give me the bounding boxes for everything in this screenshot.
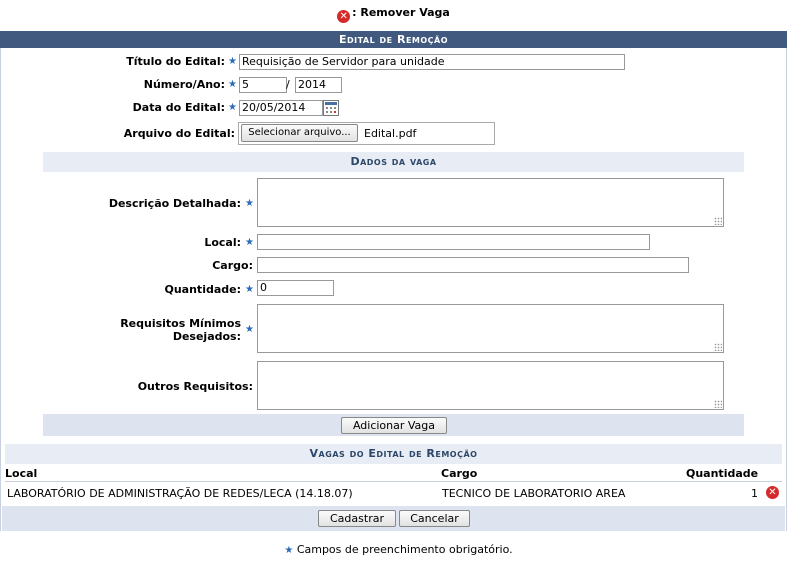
required-star: ★ (284, 545, 294, 556)
col-cargo: Cargo (441, 467, 478, 480)
required-star: ★ (228, 79, 237, 90)
required-star: ★ (228, 102, 237, 113)
resize-grip-icon[interactable] (714, 217, 722, 225)
outros-textarea[interactable] (257, 361, 724, 410)
titulo-input[interactable]: Requisição de Servidor para unidade (239, 54, 625, 70)
required-note-text: Campos de preenchimento obrigatório. (296, 543, 513, 556)
table-row: LABORATÓRIO DE ADMINISTRAÇÃO DE REDES/LE… (5, 482, 782, 504)
vaga-section-title: Dados da vaga (43, 152, 744, 172)
vagas-table-title: Vagas do Edital de Remoção (5, 444, 782, 464)
data-label: Data do Edital: (132, 101, 225, 114)
calendar-glyph (325, 102, 337, 113)
row-quantidade: 1 (751, 487, 758, 500)
requisitos-label-line2: Desejados: (172, 330, 241, 343)
cancelar-button[interactable]: Cancelar (399, 510, 470, 527)
titulo-label: Título do Edital: (126, 55, 225, 68)
descricao-label: Descrição Detalhada: (108, 197, 241, 210)
required-star: ★ (245, 284, 254, 295)
requisitos-label: Requisitos Mínimos Desejados: (43, 317, 241, 343)
cargo-label: Cargo: (212, 259, 253, 272)
local-input[interactable] (257, 234, 650, 250)
numero-label: Número/Ano: (143, 78, 225, 91)
cargo-input[interactable] (257, 257, 689, 273)
outros-label: Outros Requisitos: (137, 380, 253, 393)
file-name: Edital.pdf (364, 127, 417, 140)
col-quantidade: Quantidade (686, 467, 759, 480)
ano-separator: / (286, 78, 290, 91)
remove-icon: ✕ (337, 10, 351, 23)
requisitos-textarea[interactable] (257, 304, 724, 353)
form-title: Edital de Remoção (0, 31, 787, 48)
quantidade-label: Quantidade: (164, 283, 242, 296)
ano-input[interactable]: 2014 (295, 77, 342, 93)
select-file-button[interactable]: Selecionar arquivo... (241, 124, 358, 142)
resize-grip-icon[interactable] (714, 343, 722, 351)
remove-legend-text: : Remover Vaga (352, 6, 450, 19)
row-local: LABORATÓRIO DE ADMINISTRAÇÃO DE REDES/LE… (7, 487, 353, 500)
arquivo-label: Arquivo do Edital: (123, 127, 235, 140)
add-vaga-button[interactable]: Adicionar Vaga (341, 417, 447, 434)
remove-legend: ✕: Remover Vaga (0, 6, 787, 23)
cadastrar-button[interactable]: Cadastrar (318, 510, 396, 527)
local-label: Local: (204, 236, 241, 249)
data-input[interactable]: 20/05/2014 (239, 100, 323, 116)
required-star: ★ (245, 324, 254, 335)
remove-vaga-icon[interactable]: ✕ (766, 486, 779, 499)
numero-input[interactable]: 5 (239, 77, 287, 93)
required-star: ★ (228, 56, 237, 67)
descricao-textarea[interactable] (257, 178, 724, 227)
required-star: ★ (245, 198, 254, 209)
quantidade-input[interactable]: 0 (257, 280, 334, 296)
col-local: Local (5, 467, 38, 480)
required-star: ★ (245, 237, 254, 248)
row-cargo: TECNICO DE LABORATORIO AREA (442, 487, 626, 500)
required-note: ★ Campos de preenchimento obrigatório. (0, 543, 787, 556)
requisitos-label-line1: Requisitos Mínimos (120, 317, 241, 330)
resize-grip-icon[interactable] (714, 400, 722, 408)
calendar-icon[interactable] (323, 100, 339, 116)
